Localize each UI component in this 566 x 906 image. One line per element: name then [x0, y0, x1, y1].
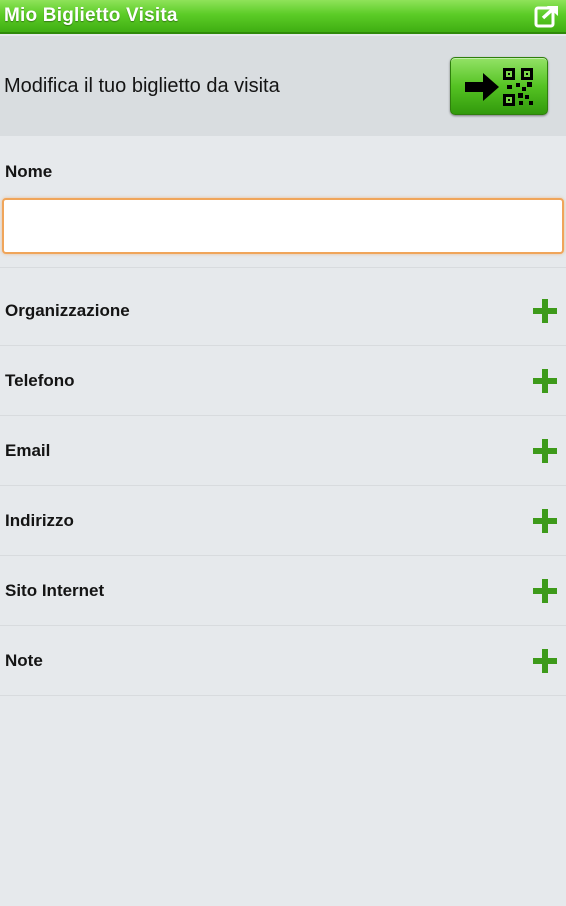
field-label: Organizzazione	[5, 301, 130, 320]
plus-icon[interactable]	[532, 578, 558, 604]
field-label: Email	[5, 441, 51, 460]
plus-icon[interactable]	[532, 438, 558, 464]
field-label: Note	[5, 651, 43, 670]
plus-icon[interactable]	[532, 648, 558, 674]
name-label: Nome	[5, 162, 53, 181]
app-title: Mio Biglietto Visita	[4, 5, 178, 26]
field-row-sito-internet[interactable]: Sito Internet	[0, 556, 566, 626]
title-bar: Mio Biglietto Visita	[0, 0, 566, 34]
field-row-email[interactable]: Email	[0, 416, 566, 486]
page-title: Modifica il tuo biglietto da visita	[4, 75, 280, 97]
field-row-note[interactable]: Note	[0, 626, 566, 696]
generate-qr-button[interactable]	[450, 57, 548, 115]
field-row-indirizzo[interactable]: Indirizzo	[0, 486, 566, 556]
plus-icon[interactable]	[532, 368, 558, 394]
field-label: Sito Internet	[5, 581, 105, 600]
plus-icon[interactable]	[532, 298, 558, 324]
field-label: Telefono	[5, 371, 75, 390]
field-row-telefono[interactable]: Telefono	[0, 346, 566, 416]
plus-icon[interactable]	[532, 508, 558, 534]
edit-header: Modifica il tuo biglietto da visita	[0, 36, 566, 136]
arrow-to-qr-icon	[465, 68, 533, 106]
field-row-organizzazione[interactable]: Organizzazione	[0, 276, 566, 346]
share-button[interactable]	[534, 3, 560, 29]
section-divider	[0, 267, 566, 268]
name-input[interactable]	[2, 198, 564, 254]
field-label: Indirizzo	[5, 511, 74, 530]
share-export-icon	[534, 6, 558, 28]
